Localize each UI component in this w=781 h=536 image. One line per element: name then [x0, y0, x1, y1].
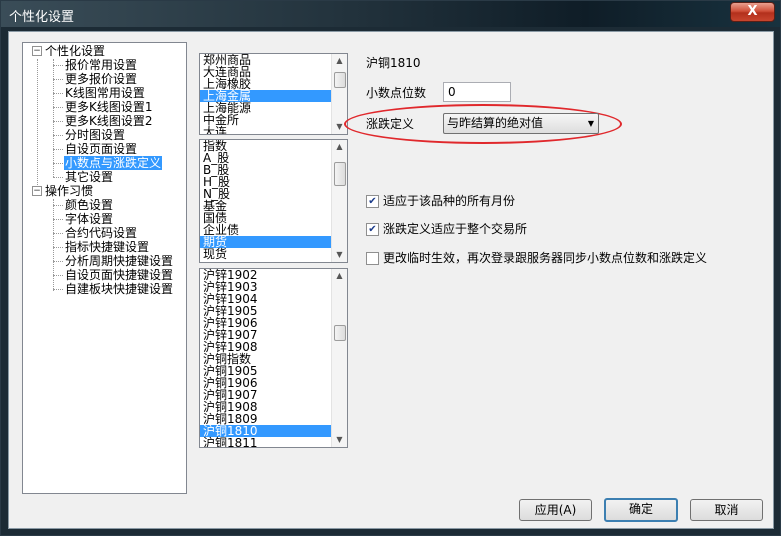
- tree-item-indicator-hotkey[interactable]: 指标快捷键设置: [65, 240, 149, 254]
- tree-item-timeshare[interactable]: 分时图设置: [65, 128, 125, 142]
- expand-icon[interactable]: −: [32, 186, 42, 196]
- settings-dialog: 个性化设置 X − 个性化设置 报价常用设置 更多报价设置 K线图常用设置 更多…: [0, 0, 781, 536]
- decimal-input[interactable]: 0: [443, 82, 511, 102]
- tree-item-sector-hotkey[interactable]: 自建板块快捷键设置: [65, 282, 173, 296]
- close-button[interactable]: X: [730, 2, 775, 22]
- checkbox-all-months-box[interactable]: ✔: [366, 195, 379, 208]
- tree-item-other[interactable]: 其它设置: [65, 170, 113, 184]
- decimal-label: 小数点位数: [366, 86, 427, 100]
- tree-item-kline-common[interactable]: K线图常用设置: [65, 86, 145, 100]
- list-item[interactable]: 现货: [200, 248, 347, 260]
- scroll-up-icon[interactable]: ▲: [332, 54, 347, 68]
- exchange-list[interactable]: 郑州商品 大连商品 上海橡胶 上海金属 上海能源 中金所 大连... ▲ ▼: [199, 53, 348, 135]
- list-item[interactable]: 大连...: [200, 126, 347, 134]
- list-item[interactable]: 沪铜1811: [200, 437, 347, 447]
- scroll-thumb[interactable]: [334, 325, 346, 341]
- scroll-down-icon[interactable]: ▼: [332, 433, 347, 447]
- change-def-select[interactable]: 与昨结算的绝对值 ▼: [443, 113, 599, 134]
- checkbox-whole-exchange-label: 涨跌定义适应于整个交易所: [383, 222, 528, 236]
- contract-name: 沪铜1810: [366, 56, 421, 70]
- ok-button[interactable]: 确定: [604, 498, 678, 522]
- tree-item-decimal-change[interactable]: 小数点与涨跌定义: [64, 156, 163, 170]
- scroll-up-icon[interactable]: ▲: [332, 269, 347, 283]
- chevron-down-icon: ▼: [587, 119, 594, 128]
- tree-item-quote-more[interactable]: 更多报价设置: [65, 72, 137, 86]
- scroll-up-icon[interactable]: ▲: [332, 140, 347, 154]
- expand-icon[interactable]: −: [32, 46, 42, 56]
- title-bar[interactable]: 个性化设置 X: [1, 1, 780, 27]
- tree-item-kline-more1[interactable]: 更多K线图设置1: [65, 100, 153, 114]
- tree-item-font[interactable]: 字体设置: [65, 212, 113, 226]
- tree-group-habits[interactable]: 操作习惯: [45, 184, 93, 198]
- tree-item-contract-code[interactable]: 合约代码设置: [65, 226, 137, 240]
- apply-button[interactable]: 应用(A): [519, 499, 592, 521]
- scrollbar[interactable]: ▲ ▼: [331, 269, 347, 447]
- tree-item-custom-page[interactable]: 自设页面设置: [65, 142, 137, 156]
- checkbox-whole-exchange[interactable]: ✔ 涨跌定义适应于整个交易所: [366, 222, 527, 236]
- window-title: 个性化设置: [9, 10, 75, 25]
- tree-item-quote-common[interactable]: 报价常用设置: [65, 58, 137, 72]
- settings-tree: − 个性化设置 报价常用设置 更多报价设置 K线图常用设置 更多K线图设置1 更…: [22, 42, 187, 494]
- tree-item-period-hotkey[interactable]: 分析周期快捷键设置: [65, 254, 173, 268]
- category-list[interactable]: 指数 A_股 B_股 H_股 N_股 基金 国债 企业债 期货 现货 ▲ ▼: [199, 139, 348, 263]
- contract-list[interactable]: 沪锌1902 沪锌1903 沪锌1904 沪锌1905 沪锌1906 沪锌190…: [199, 268, 348, 448]
- checkbox-temp-effect-label: 更改临时生效，再次登录跟服务器同步小数点位数和涨跌定义: [383, 251, 708, 265]
- checkbox-temp-effect-box[interactable]: [366, 252, 379, 265]
- cancel-button[interactable]: 取消: [690, 499, 763, 521]
- scroll-down-icon[interactable]: ▼: [332, 248, 347, 262]
- tree-group-personal[interactable]: 个性化设置: [45, 44, 105, 58]
- tree-item-page-hotkey[interactable]: 自设页面快捷键设置: [65, 268, 173, 282]
- scroll-thumb[interactable]: [334, 162, 346, 186]
- change-def-label: 涨跌定义: [366, 117, 415, 131]
- checkbox-all-months[interactable]: ✔ 适应于该品种的所有月份: [366, 194, 515, 208]
- checkbox-all-months-label: 适应于该品种的所有月份: [383, 194, 516, 208]
- scroll-thumb[interactable]: [334, 72, 346, 88]
- tree-item-color[interactable]: 颜色设置: [65, 198, 113, 212]
- scrollbar[interactable]: ▲ ▼: [331, 140, 347, 262]
- tree-item-kline-more2[interactable]: 更多K线图设置2: [65, 114, 153, 128]
- dialog-body: − 个性化设置 报价常用设置 更多报价设置 K线图常用设置 更多K线图设置1 更…: [8, 31, 774, 529]
- change-def-value: 与昨结算的绝对值: [447, 116, 544, 130]
- checkbox-temp-effect[interactable]: 更改临时生效，再次登录跟服务器同步小数点位数和涨跌定义: [366, 251, 707, 265]
- checkbox-whole-exchange-box[interactable]: ✔: [366, 223, 379, 236]
